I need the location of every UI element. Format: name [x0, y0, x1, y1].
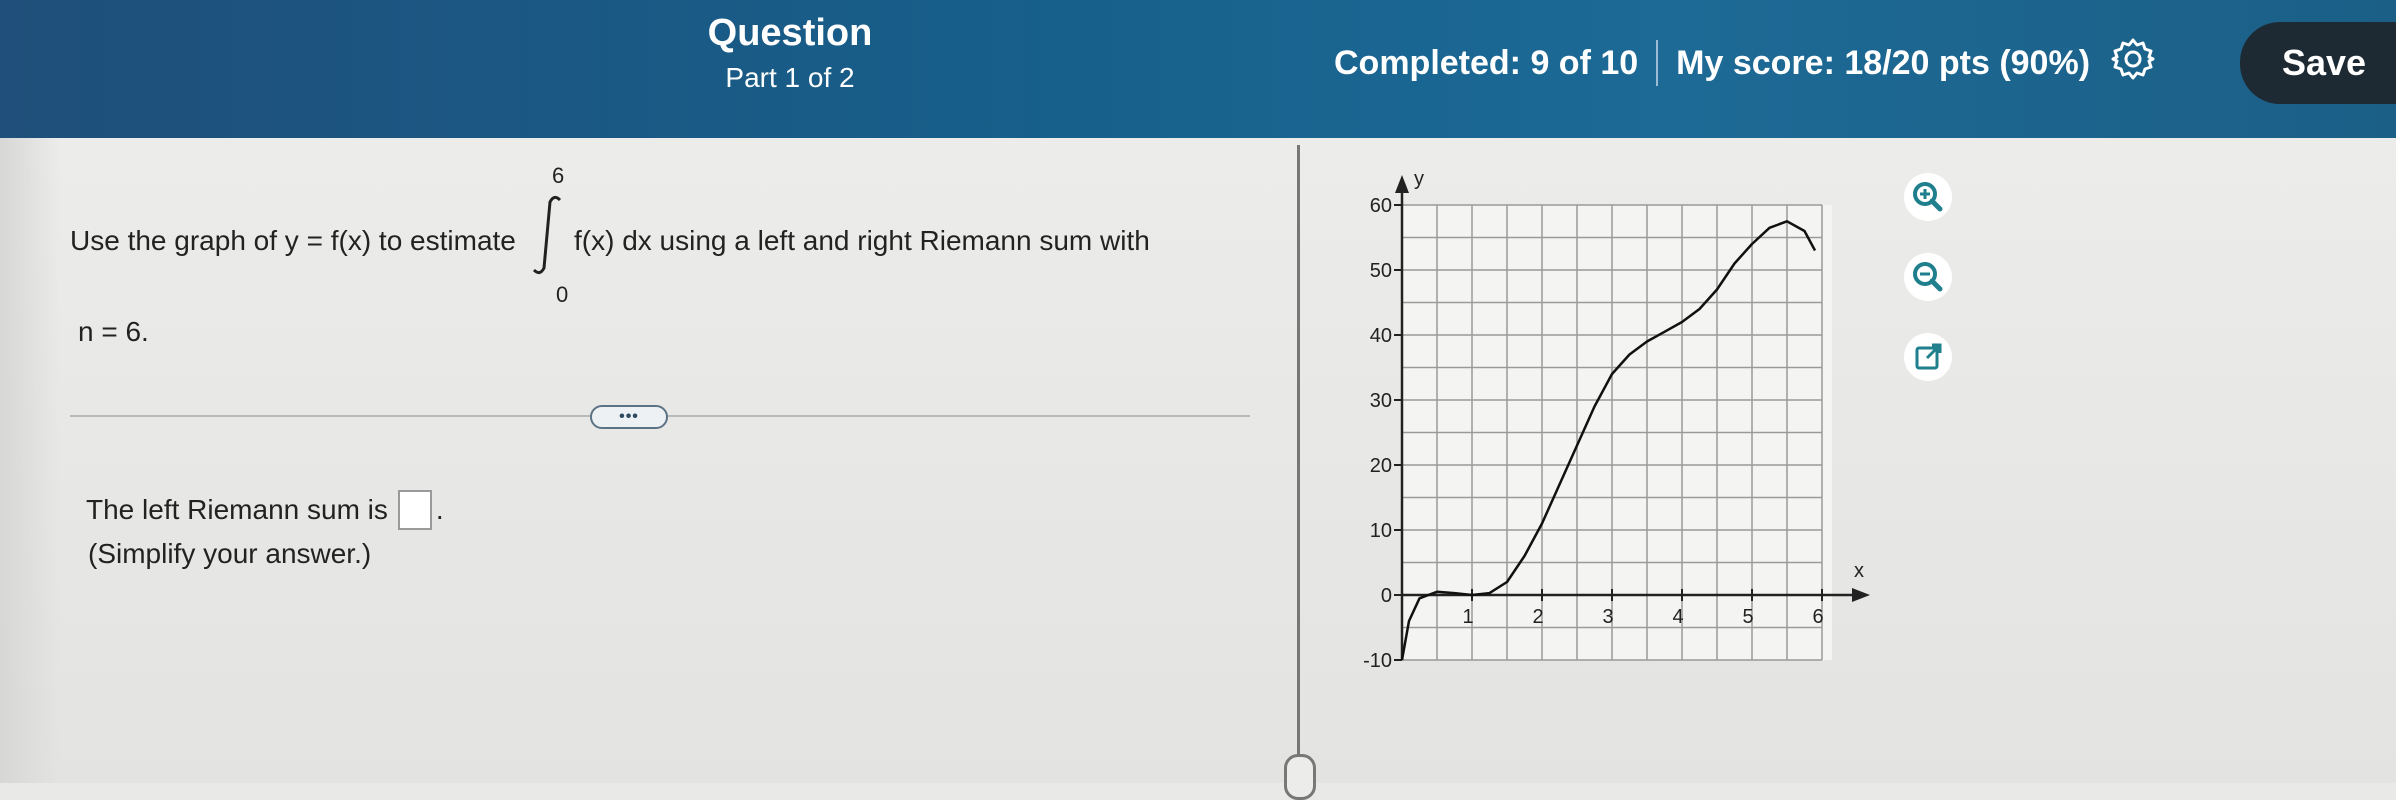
more-button[interactable]: •••: [590, 405, 668, 429]
x-tick-label: 6: [1812, 606, 1823, 628]
question-prompt: Use the graph of y = f(x) to estimate: [70, 225, 516, 256]
y-tick-label: 50: [1370, 260, 1392, 282]
pane-divider: [1297, 145, 1300, 765]
left-shadow: [0, 138, 60, 783]
integral-upper-limit: 6: [552, 163, 565, 188]
header-bar: Question Part 1 of 2 Completed: 9 of 10 …: [0, 0, 2396, 138]
completed-count: Completed: 9 of 10: [1334, 43, 1639, 82]
answer-suffix: .: [435, 494, 444, 525]
y-tick-label: -10: [1363, 650, 1392, 672]
function-graph: y x -10 0 10 20 30 40 50 60 1 2 3 4 5 6: [1363, 168, 1870, 672]
x-tick-label: 1: [1462, 606, 1473, 628]
question-part: Part 1 of 2: [725, 62, 855, 93]
zoom-in-icon[interactable]: [1903, 172, 1953, 222]
simplify-note: (Simplify your answer.): [88, 538, 372, 569]
pane-resize-handle[interactable]: [1284, 754, 1316, 800]
y-tick-label: 20: [1370, 455, 1392, 477]
x-axis-label: x: [1854, 560, 1864, 582]
y-axis-label: y: [1414, 168, 1424, 190]
zoom-out-icon[interactable]: [1903, 252, 1953, 302]
answer-input[interactable]: [397, 490, 432, 530]
answer-label: The left Riemann sum is: [86, 494, 388, 525]
x-axis-arrow: [1852, 588, 1870, 602]
y-axis-arrow: [1395, 175, 1409, 193]
question-title: Question: [707, 12, 873, 54]
score-status: Completed: 9 of 10 My score: 18/20 pts (…: [1334, 40, 2090, 86]
y-tick-label: 0: [1381, 585, 1392, 607]
answer-line: The left Riemann sum is .: [86, 490, 444, 530]
x-tick-label: 4: [1672, 606, 1683, 628]
y-tick-label: 10: [1370, 520, 1392, 542]
y-tick-label: 40: [1370, 325, 1392, 347]
integral-lower-limit: 0: [556, 282, 569, 307]
gear-icon[interactable]: [2110, 36, 2156, 82]
popout-icon[interactable]: [1903, 332, 1953, 382]
x-tick-label: 3: [1602, 606, 1613, 628]
y-tick-label: 60: [1370, 195, 1392, 217]
my-score: My score: 18/20 pts (90%): [1676, 43, 2091, 82]
x-tick-label: 2: [1532, 606, 1543, 628]
status-divider: [1656, 40, 1659, 86]
x-tick-label: 5: [1742, 606, 1753, 628]
save-button[interactable]: Save: [2240, 22, 2396, 104]
y-tick-label: 30: [1370, 390, 1392, 412]
n-value: n = 6.: [78, 316, 149, 347]
question-prompt-rest: f(x) dx using a left and right Riemann s…: [574, 225, 1150, 256]
